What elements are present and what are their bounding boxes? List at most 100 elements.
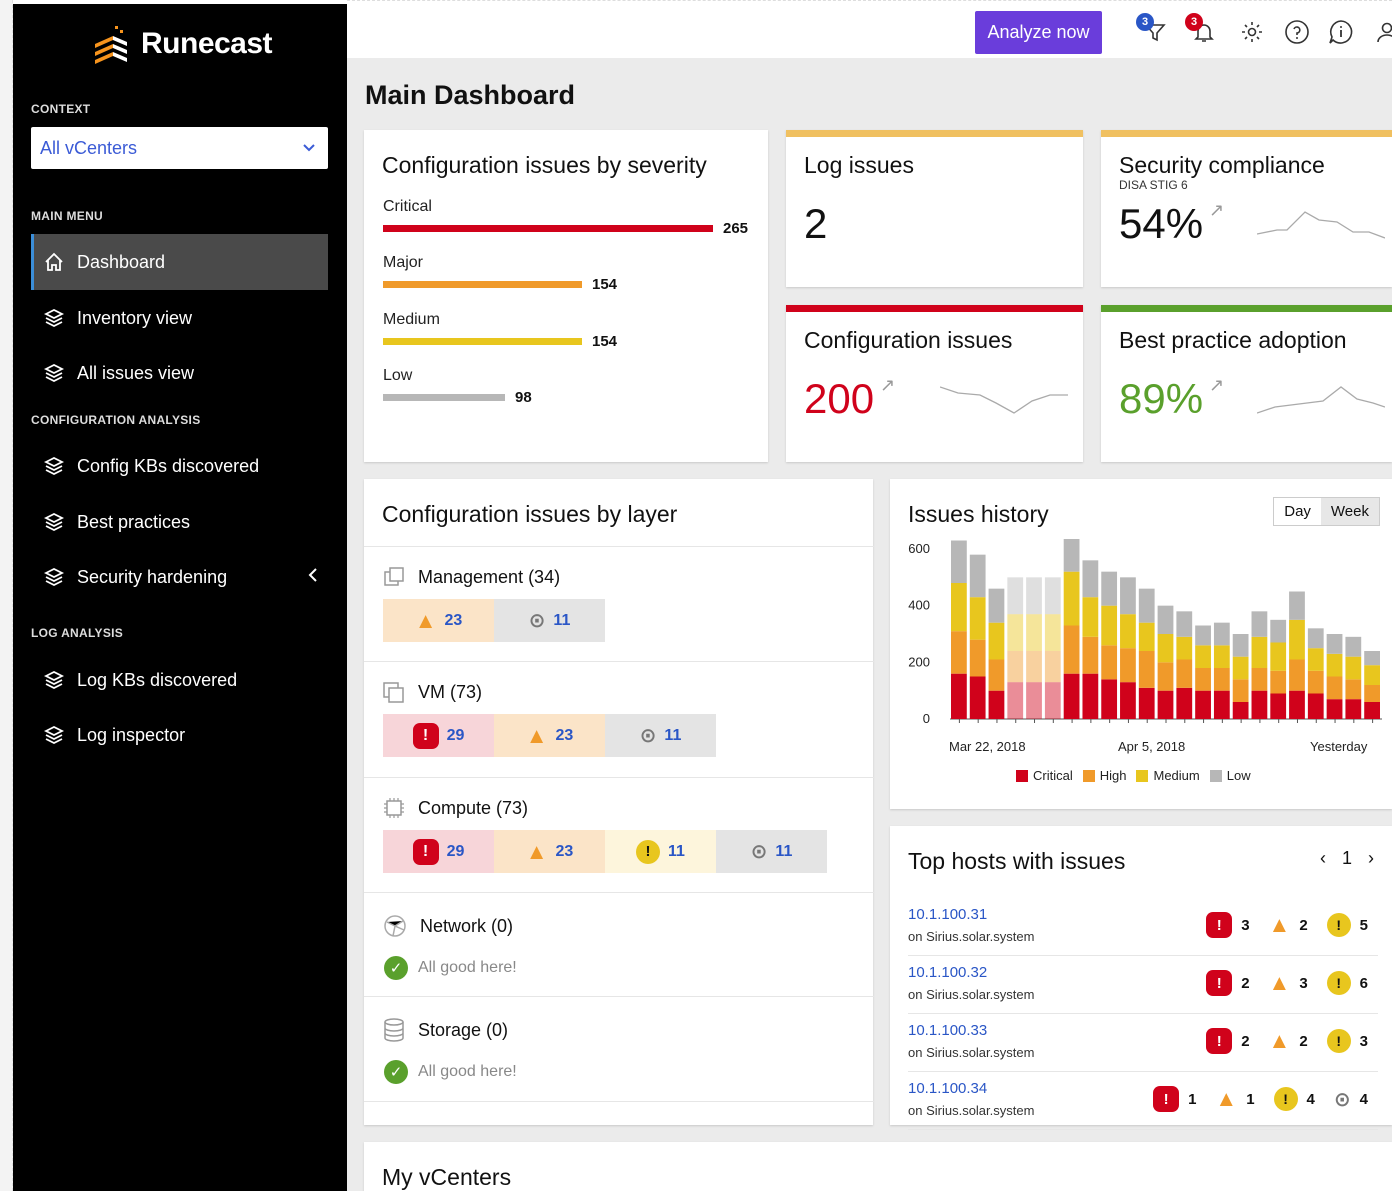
host-count: 3 (1241, 916, 1250, 934)
sidebar-item-all-issues-view[interactable]: All issues view (31, 345, 328, 401)
log-issues-card[interactable]: Log issues 2 (786, 130, 1083, 287)
chip-count: 23 (444, 611, 463, 629)
chevron-right-icon[interactable]: › (1368, 848, 1374, 869)
sidebar-item-dashboard[interactable]: Dashboard (31, 234, 328, 290)
toggle-day[interactable]: Day (1274, 498, 1321, 525)
layer-header[interactable]: Network (0) (382, 913, 513, 939)
sidebar: Runecast CONTEXT All vCenters MAIN MENU … (13, 4, 347, 1191)
sidebar-item-inventory-view[interactable]: Inventory view (31, 290, 328, 346)
sidebar-item-security-hardening[interactable]: Security hardening (31, 549, 328, 605)
medium-count-chip[interactable]: ! 11 (605, 830, 716, 873)
layers-icon (43, 362, 65, 384)
info-icon (1329, 20, 1353, 44)
low-circle-icon: ⊙ (528, 610, 546, 632)
bar-high (969, 639, 986, 677)
bar-high (1101, 645, 1118, 680)
layers-icon (43, 669, 65, 691)
bar-medium (1120, 614, 1136, 649)
layer-header[interactable]: Management (34) (382, 565, 560, 589)
severity-label: Medium (383, 311, 440, 328)
high-count-chip[interactable]: ▲ 23 (383, 599, 494, 642)
kpi-value: 89% (1119, 375, 1204, 422)
cpu-icon (384, 798, 404, 818)
y-tick-label: 200 (908, 654, 930, 669)
sidebar-item-config-kbs[interactable]: Config KBs discovered (31, 438, 328, 494)
bar-medium (1364, 665, 1380, 685)
layer-header[interactable]: Compute (73) (382, 796, 528, 820)
bar-high (1026, 651, 1042, 683)
chip-count: 11 (664, 726, 682, 744)
severity-card: Configuration issues by severity Critica… (364, 130, 768, 462)
help-icon (1285, 20, 1309, 44)
notifications-button[interactable]: 3 (1185, 13, 1219, 47)
settings-button[interactable] (1237, 17, 1267, 47)
chevron-left-icon[interactable]: ‹ (1320, 848, 1326, 869)
bar-critical (1101, 679, 1118, 719)
host-link[interactable]: 10.1.100.33 (908, 1022, 987, 1039)
critical-count-chip[interactable]: ! 29 (383, 714, 494, 757)
home-icon (43, 251, 65, 273)
bar-low (969, 554, 986, 598)
chevron-left-icon[interactable] (308, 567, 318, 583)
help-button[interactable] (1282, 17, 1312, 47)
critical-count-chip[interactable]: ! 29 (383, 830, 494, 873)
layer-name: Compute (73) (418, 797, 529, 818)
bar-critical (1063, 673, 1080, 719)
layers-icon (43, 511, 65, 533)
best-practice-adoption-card[interactable]: Best practice adoption 89% ↗ (1101, 305, 1392, 462)
kpi-value: 200 (804, 375, 875, 422)
pager: ‹ 1 › (1320, 848, 1374, 869)
bar-low (1044, 577, 1061, 615)
sidebar-item-log-inspector[interactable]: Log inspector (31, 707, 328, 763)
app-logo[interactable]: Runecast (91, 24, 273, 64)
bar-high (1120, 648, 1136, 683)
context-select[interactable]: All vCenters (31, 127, 328, 169)
bar-low (1120, 577, 1136, 615)
host-link[interactable]: 10.1.100.31 (908, 906, 987, 923)
gear-icon (1242, 22, 1262, 42)
info-button[interactable] (1326, 17, 1356, 47)
toggle-week[interactable]: Week (1320, 498, 1379, 525)
bar-low (1232, 634, 1249, 657)
user-button[interactable] (1372, 17, 1392, 47)
high-count-chip[interactable]: ▲ 23 (494, 714, 605, 757)
legend-item: Critical (1016, 768, 1073, 783)
medium-circle-icon: ! (1326, 913, 1351, 937)
all-good-text: All good here! (418, 1063, 517, 1080)
security-compliance-card[interactable]: Security compliance DISA STIG 6 54% ↗ (1101, 130, 1392, 287)
trend-arrow-icon: ↗ (1209, 375, 1225, 395)
sidebar-item-label: Log inspector (77, 724, 186, 745)
low-circle-icon: ⊙ (750, 841, 768, 863)
sidebar-item-best-practices[interactable]: Best practices (31, 494, 328, 550)
bar-high (1082, 636, 1099, 674)
bar-medium (1082, 597, 1099, 637)
low-count-chip[interactable]: ⊙ 11 (605, 714, 716, 757)
high-count-chip[interactable]: ▲ 23 (494, 830, 605, 873)
sidebar-item-label: Best practices (77, 511, 191, 532)
host-link[interactable]: 10.1.100.34 (908, 1080, 987, 1097)
host-location: on Sirius.solar.system (908, 987, 1035, 1002)
analyze-now-button[interactable]: Analyze now (975, 11, 1102, 54)
bar-low (1138, 588, 1155, 623)
check-circle-icon: ✓ (384, 1060, 408, 1084)
host-issue-counts: ! 2 ▲ 3! 6 (1206, 970, 1378, 996)
bar-high (1251, 668, 1268, 691)
bar-medium (988, 622, 1005, 660)
sidebar-item-log-kbs[interactable]: Log KBs discovered (31, 652, 328, 708)
configuration-issues-card[interactable]: Configuration issues 200 ↗ (786, 305, 1083, 462)
bar-high (1044, 651, 1061, 683)
y-tick-label: 400 (908, 598, 930, 613)
bar-critical (1082, 673, 1099, 719)
low-count-chip[interactable]: ⊙ 11 (716, 830, 827, 873)
bar-critical (1195, 690, 1211, 719)
host-count: 2 (1241, 1032, 1250, 1050)
filter-button[interactable]: 3 (1136, 13, 1170, 47)
layer-header[interactable]: Storage (0) (382, 1017, 508, 1043)
low-count-chip[interactable]: ⊙ 11 (494, 599, 605, 642)
bar-medium (1270, 642, 1287, 671)
bar-low (1364, 651, 1380, 666)
layer-header[interactable]: VM (73) (382, 680, 482, 704)
bar-medium (1345, 656, 1362, 680)
medium-circle-icon: ! (1326, 1029, 1351, 1053)
host-link[interactable]: 10.1.100.32 (908, 964, 987, 981)
